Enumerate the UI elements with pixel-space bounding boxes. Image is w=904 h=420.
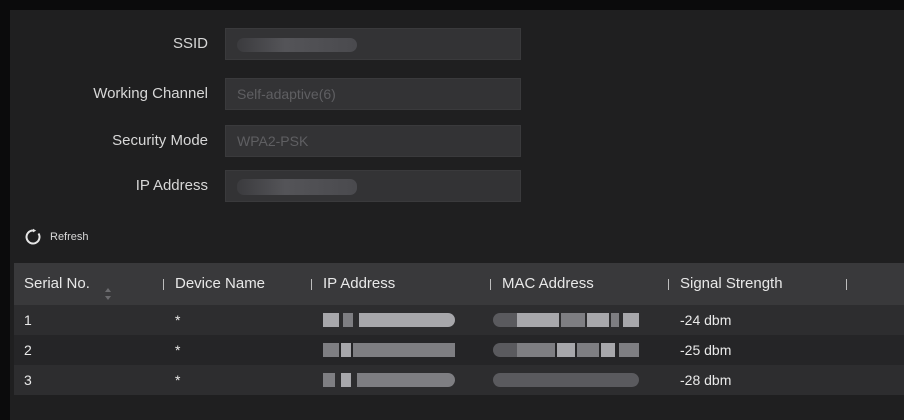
ip-address-field[interactable] [225, 170, 521, 202]
security-row: Security Mode WPA2-PSK [10, 125, 610, 157]
column-separator[interactable] [846, 279, 847, 290]
channel-row: Working Channel Self-adaptive(6) [10, 78, 610, 110]
column-ip-address[interactable]: IP Address [323, 263, 395, 305]
ssid-redacted-value [237, 38, 357, 53]
mac-redacted-block [623, 313, 639, 327]
ip-redacted-block [343, 313, 353, 327]
column-device-name[interactable]: Device Name [175, 263, 265, 305]
mac-redacted-block [493, 313, 517, 327]
working-channel-field[interactable]: Self-adaptive(6) [225, 78, 521, 110]
wifi-settings-panel: SSID Working Channel Self-adaptive(6) Se… [10, 10, 904, 420]
cell-serial: 1 [24, 312, 32, 328]
cell-serial: 2 [24, 342, 32, 358]
ssid-label: SSID [172, 35, 208, 52]
mac-redacted-block [493, 373, 639, 387]
cell-signal-strength: -28 dbm [680, 372, 732, 388]
ip-address-label: IP Address [135, 177, 208, 194]
column-serial-no[interactable]: Serial No. [24, 263, 112, 305]
mac-redacted-block [561, 313, 585, 327]
mac-redacted-block [557, 343, 575, 357]
sort-icon[interactable] [104, 276, 112, 301]
ip-redacted-block [341, 373, 351, 387]
ssid-row: SSID [10, 28, 610, 60]
column-signal-strength[interactable]: Signal Strength [680, 263, 783, 305]
mac-redacted-block [493, 343, 517, 357]
ip-redacted-block [323, 373, 335, 387]
cell-device-name: * [175, 312, 181, 328]
table-row[interactable]: 1 * -24 dbm [14, 305, 904, 335]
ip-redacted-block [323, 343, 339, 357]
security-mode-field[interactable]: WPA2-PSK [225, 125, 521, 157]
ip-redacted-value [237, 179, 357, 196]
cell-serial: 3 [24, 372, 32, 388]
mac-redacted-block [587, 313, 609, 327]
device-table: Serial No. Device Name IP Address MAC Ad… [14, 263, 904, 395]
mac-redacted-block [619, 343, 639, 357]
table-row[interactable]: 3 * -28 dbm [14, 365, 904, 395]
column-separator[interactable] [311, 279, 312, 290]
column-serial-no-label: Serial No. [24, 275, 90, 292]
ip-redacted-block [359, 313, 455, 327]
cell-device-name: * [175, 342, 181, 358]
security-mode-label: Security Mode [112, 132, 208, 149]
refresh-button[interactable]: Refresh [24, 228, 89, 246]
mac-redacted-block [611, 313, 619, 327]
ip-redacted-block [323, 313, 339, 327]
table-row[interactable]: 2 * -25 dbm [14, 335, 904, 365]
ip-row: IP Address [10, 170, 610, 202]
column-mac-address[interactable]: MAC Address [502, 263, 594, 305]
mac-redacted-block [517, 313, 559, 327]
cell-signal-strength: -25 dbm [680, 342, 732, 358]
mac-redacted-block [517, 343, 555, 357]
table-header: Serial No. Device Name IP Address MAC Ad… [14, 263, 904, 305]
cell-signal-strength: -24 dbm [680, 312, 732, 328]
ip-redacted-block [341, 343, 351, 357]
ip-redacted-block [357, 373, 455, 387]
column-separator[interactable] [668, 279, 669, 290]
ip-redacted-block [353, 343, 455, 357]
working-channel-label: Working Channel [93, 85, 208, 102]
mac-redacted-block [601, 343, 615, 357]
refresh-icon [24, 228, 42, 246]
ssid-field[interactable] [225, 28, 521, 60]
column-separator[interactable] [163, 279, 164, 290]
column-separator[interactable] [490, 279, 491, 290]
refresh-label: Refresh [50, 231, 89, 243]
mac-redacted-block [577, 343, 599, 357]
cell-device-name: * [175, 372, 181, 388]
